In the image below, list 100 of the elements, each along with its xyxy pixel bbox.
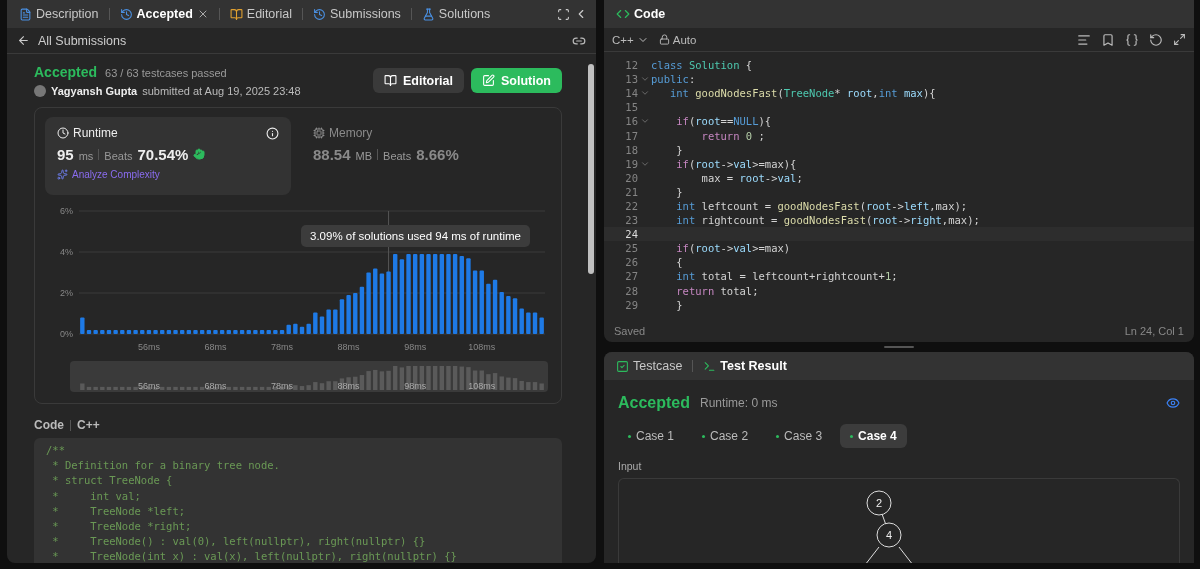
status-text: Accepted bbox=[34, 64, 98, 80]
bar bbox=[426, 254, 431, 334]
code-line: } bbox=[675, 143, 683, 156]
line-number: 22 bbox=[624, 200, 638, 212]
code-line: public: bbox=[651, 73, 696, 86]
line-number: 17 bbox=[624, 129, 638, 142]
code-line: if(root->val>=max) bbox=[675, 242, 791, 255]
line-number: 16 bbox=[624, 115, 638, 128]
bar bbox=[333, 309, 338, 334]
sparkles-icon bbox=[57, 169, 68, 180]
result-status: Accepted bbox=[618, 394, 691, 412]
code-line: if(root==NULL){ bbox=[675, 115, 772, 128]
metric-card[interactable]: Memory 88.54 MB Beats 8.66% bbox=[301, 117, 547, 195]
terminal-icon bbox=[703, 359, 717, 373]
line-number: 12 bbox=[624, 59, 638, 72]
runtime-text: Runtime: 0 ms bbox=[700, 396, 778, 410]
book-icon bbox=[229, 7, 243, 21]
line-number: 19 bbox=[624, 157, 638, 170]
bar bbox=[393, 254, 398, 334]
metric-unit: MB bbox=[355, 150, 373, 162]
bar bbox=[492, 279, 498, 334]
bar bbox=[439, 254, 445, 334]
bar bbox=[366, 272, 371, 334]
code-line: max = root->val; bbox=[700, 171, 803, 184]
tree-node-label: 4 bbox=[885, 529, 893, 541]
bar bbox=[512, 298, 518, 334]
editorial-button[interactable]: Editorial bbox=[373, 68, 464, 93]
panel-tab[interactable]: Solutions bbox=[417, 5, 495, 23]
bar bbox=[339, 299, 345, 334]
expand-icon[interactable] bbox=[1173, 33, 1186, 46]
code-line: { bbox=[675, 256, 683, 269]
tree-node bbox=[866, 490, 892, 516]
code-line: * TreeNode *right; bbox=[51, 519, 193, 534]
panel-tab[interactable]: Description bbox=[15, 5, 103, 23]
bar bbox=[499, 291, 504, 334]
bar bbox=[359, 286, 365, 334]
panel-tab[interactable]: Testcase bbox=[612, 357, 687, 375]
case-tab[interactable]: Case 1 bbox=[618, 424, 685, 448]
tree-node-label: 2 bbox=[875, 497, 883, 509]
lock-icon bbox=[658, 34, 670, 45]
input-label: Input bbox=[618, 460, 643, 472]
bar bbox=[452, 254, 458, 334]
panel-tab[interactable]: Accepted bbox=[115, 5, 213, 23]
arrow-left-icon bbox=[17, 34, 30, 47]
line-number: 20 bbox=[624, 171, 638, 184]
code-line: /** bbox=[46, 443, 66, 458]
bar bbox=[486, 283, 491, 334]
bar bbox=[313, 312, 318, 334]
navigator-tick-label: 98ms bbox=[404, 381, 427, 391]
panel-tab[interactable]: Submissions bbox=[309, 5, 405, 23]
case-tab[interactable]: Case 2 bbox=[692, 424, 759, 448]
metric-title: Memory bbox=[329, 126, 373, 140]
back-link[interactable]: All Submissions bbox=[17, 33, 127, 48]
axis-tick-label: 68ms bbox=[204, 342, 227, 352]
bar bbox=[353, 293, 358, 334]
bar bbox=[526, 312, 531, 334]
bar bbox=[80, 317, 85, 334]
navigator-tick-label: 88ms bbox=[337, 381, 360, 391]
fullscreen-icon[interactable] bbox=[557, 7, 570, 21]
mode-label: Auto bbox=[658, 33, 697, 46]
case-tab[interactable]: Case 4 bbox=[840, 424, 907, 448]
axis-tick-label: 2% bbox=[60, 288, 73, 298]
axis-tick-label: 0% bbox=[60, 329, 73, 339]
tree-edge bbox=[881, 513, 887, 526]
bar bbox=[479, 270, 484, 334]
braces-icon[interactable] bbox=[1125, 32, 1139, 47]
line-number: 15 bbox=[624, 101, 638, 114]
bar bbox=[412, 254, 418, 334]
bar bbox=[519, 308, 524, 334]
code-line: * TreeNode *left; bbox=[51, 503, 187, 519]
bar bbox=[346, 295, 351, 334]
metric-unit: ms bbox=[78, 150, 94, 162]
info-icon[interactable] bbox=[266, 126, 279, 140]
bar bbox=[532, 312, 538, 334]
panel-tab[interactable]: Test Result bbox=[699, 357, 791, 375]
line-number: 23 bbox=[624, 214, 638, 227]
beats-value: 70.54% bbox=[137, 146, 189, 163]
navigator-tick-label: 108ms bbox=[468, 381, 496, 391]
format-icon[interactable] bbox=[1077, 32, 1091, 47]
code-icon bbox=[616, 7, 630, 21]
bar bbox=[506, 296, 511, 334]
beats-value: 8.66% bbox=[416, 146, 459, 163]
bar bbox=[446, 254, 451, 334]
case-tab[interactable]: Case 3 bbox=[766, 424, 833, 448]
reset-icon[interactable] bbox=[1149, 32, 1163, 47]
chip-icon bbox=[313, 127, 325, 139]
eye-icon[interactable] bbox=[1166, 396, 1180, 410]
code-line: * Definition for a binary tree node. bbox=[51, 458, 281, 474]
range-navigator[interactable] bbox=[70, 361, 548, 392]
code-line: int goodNodesFast(TreeNode* root,int max){ bbox=[668, 87, 936, 100]
author-name[interactable]: Yagyansh Gupta bbox=[51, 85, 138, 97]
avatar bbox=[34, 85, 46, 97]
code-line: } bbox=[675, 298, 683, 311]
metric-card[interactable]: Runtime 95 ms Beats 70.54% Analyze Complexity bbox=[45, 117, 291, 195]
panel-tab[interactable]: Editorial bbox=[225, 5, 296, 23]
history-icon bbox=[119, 7, 133, 21]
bookmark-icon[interactable] bbox=[1101, 32, 1115, 47]
navigator-tick-label: 56ms bbox=[137, 381, 160, 391]
line-number: 18 bbox=[624, 143, 638, 156]
language-select[interactable]: C++ bbox=[612, 33, 649, 46]
